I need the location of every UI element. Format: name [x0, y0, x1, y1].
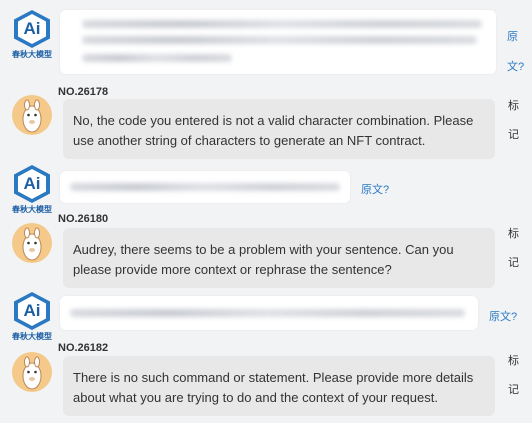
user-message-bubble: There is no such command or statement. P… [63, 356, 495, 416]
alpaca-avatar-icon [12, 95, 52, 135]
mark-button[interactable]: 标 记 [508, 225, 519, 270]
original-text-link[interactable]: 原文? [507, 22, 524, 82]
ai-brand-label: 春秋大模型 [12, 205, 52, 214]
ai-logo-icon: Ai [14, 292, 50, 330]
message-id: NO.26180 [58, 213, 109, 225]
ai-logo-icon: Ai [14, 165, 50, 203]
message-text: There is no such command or statement. P… [73, 370, 474, 405]
user-message-bubble: No, the code you entered is not a valid … [63, 99, 495, 159]
ai-avatar: Ai 春秋大模型 [10, 10, 54, 60]
ai-message-bubble-blurred [60, 296, 478, 330]
mark-button[interactable]: 标 记 [508, 352, 519, 397]
message-text: Audrey, there seems to be a problem with… [73, 242, 454, 277]
alpaca-avatar-icon [12, 352, 52, 392]
ai-message-bubble-blurred [60, 10, 496, 74]
original-text-link[interactable]: 原文? [361, 181, 389, 197]
original-text-link[interactable]: 原文? [489, 308, 517, 324]
ai-avatar: Ai 春秋大模型 [10, 292, 54, 342]
mark-label-2: 记 [508, 257, 519, 269]
message-id: NO.26182 [58, 342, 109, 354]
message-id: NO.26178 [58, 86, 109, 98]
user-avatar [10, 223, 54, 263]
user-message-bubble: Audrey, there seems to be a problem with… [63, 228, 495, 288]
user-avatar [10, 95, 54, 135]
mark-label-1: 标 [508, 100, 519, 112]
message-text: No, the code you entered is not a valid … [73, 113, 474, 148]
ai-logo-icon: Ai [14, 10, 50, 48]
mark-label-1: 标 [508, 355, 519, 367]
mark-label-1: 标 [508, 228, 519, 240]
ai-message-bubble-blurred [60, 171, 350, 203]
ai-brand-label: 春秋大模型 [12, 332, 52, 341]
ai-brand-label: 春秋大模型 [12, 50, 52, 59]
user-avatar [10, 352, 54, 392]
mark-button[interactable]: 标 记 [508, 97, 519, 142]
ai-avatar: Ai 春秋大模型 [10, 165, 54, 215]
alpaca-avatar-icon [12, 223, 52, 263]
mark-label-2: 记 [508, 129, 519, 141]
mark-label-2: 记 [508, 384, 519, 396]
